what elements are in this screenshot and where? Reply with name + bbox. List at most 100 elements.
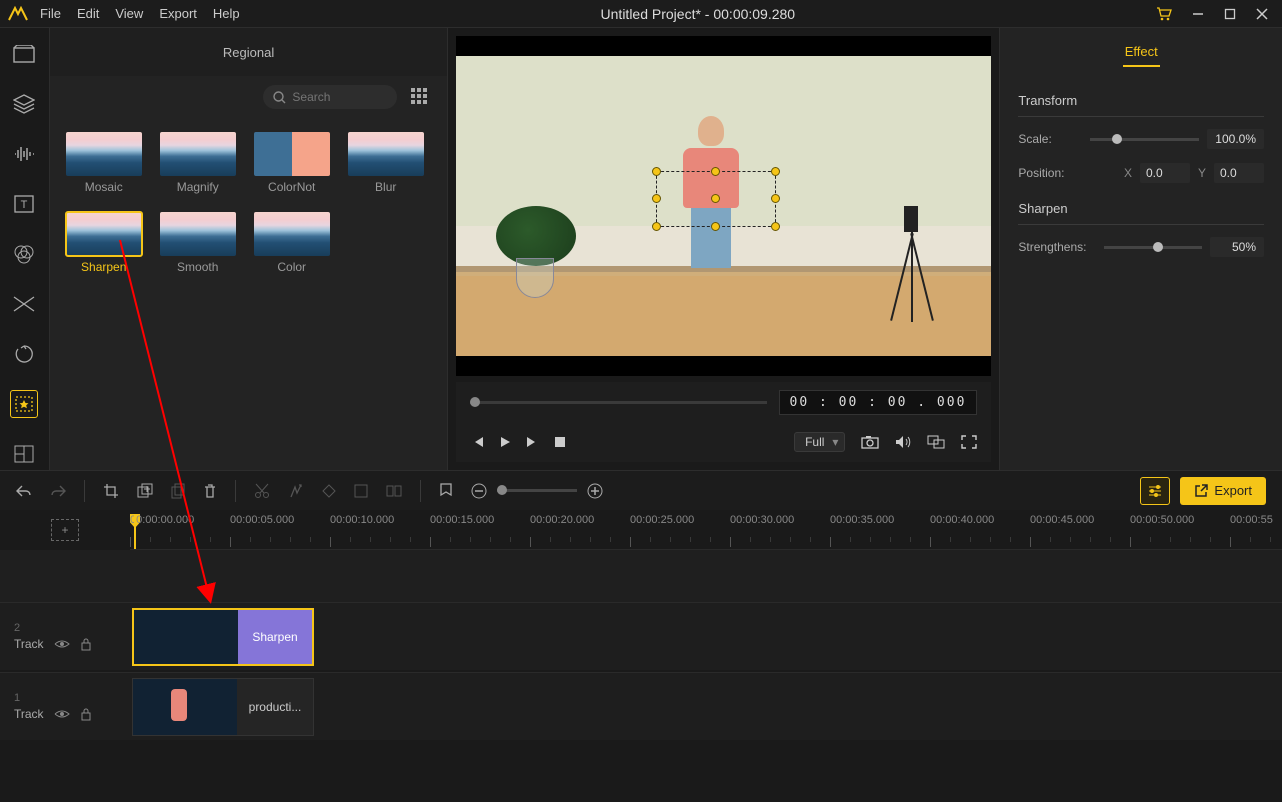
scale-value[interactable]: 100.0% <box>1207 129 1264 149</box>
selection-box[interactable] <box>656 171 776 227</box>
effect-sharpen[interactable]: Sharpen <box>66 212 142 274</box>
strength-slider[interactable] <box>1104 246 1202 249</box>
settings-sliders-icon[interactable] <box>1140 477 1170 505</box>
preview-viewport[interactable] <box>456 36 991 376</box>
track-number: 1 <box>14 692 130 704</box>
lock-icon[interactable] <box>80 637 92 651</box>
visibility-icon[interactable] <box>54 708 70 720</box>
ruler-label: 00:00:35.000 <box>830 514 930 526</box>
preview-controls: Full <box>456 422 991 462</box>
nav-media-icon[interactable] <box>10 40 38 68</box>
effect-mosaic[interactable]: Mosaic <box>66 132 142 194</box>
nav-audio-icon[interactable] <box>10 140 38 168</box>
scrub-handle[interactable] <box>470 397 480 407</box>
ruler-label: 00:00:15.000 <box>430 514 530 526</box>
menu-export[interactable]: Export <box>159 6 197 21</box>
x-input[interactable]: 0.0 <box>1140 163 1190 183</box>
menu-help[interactable]: Help <box>213 6 240 21</box>
track-row-1: 1 Track producti... <box>0 672 1282 740</box>
fullscreen-icon[interactable] <box>961 435 977 449</box>
titlebar: File Edit View Export Help Untitled Proj… <box>0 0 1282 28</box>
snapshot-icon[interactable] <box>861 435 879 449</box>
clip-sharpen[interactable]: Sharpen <box>132 608 314 666</box>
effect-colornot[interactable]: ColorNot <box>254 132 330 194</box>
grid-view-icon[interactable] <box>411 88 429 106</box>
timeline-ruler[interactable]: 00:00:00.00000:00:05.00000:00:10.00000:0… <box>130 510 1282 550</box>
clip-label: producti... <box>237 679 313 735</box>
nav-layers-icon[interactable] <box>10 90 38 118</box>
speed-icon <box>288 484 304 498</box>
track-head: 2 Track <box>0 603 130 670</box>
timeline-toolbar: Export <box>0 470 1282 510</box>
crop-icon[interactable] <box>103 483 119 499</box>
compare-icon[interactable] <box>927 435 945 449</box>
ruler-label: 00:00:40.000 <box>930 514 1030 526</box>
app-logo <box>8 4 28 24</box>
next-frame-icon[interactable] <box>526 435 540 449</box>
scrub-track[interactable] <box>470 401 766 404</box>
nav-transitions-icon[interactable] <box>10 290 38 318</box>
scale-slider[interactable] <box>1090 138 1199 141</box>
ruler-label: 00:00:55 <box>1230 514 1282 526</box>
menu-edit[interactable]: Edit <box>77 6 99 21</box>
play-icon[interactable] <box>498 435 512 449</box>
track-name: Track <box>14 637 44 651</box>
marker-icon[interactable] <box>439 483 453 499</box>
undo-icon[interactable] <box>16 484 32 498</box>
export-button[interactable]: Export <box>1180 477 1266 505</box>
y-input[interactable]: 0.0 <box>1214 163 1264 183</box>
delete-icon[interactable] <box>203 483 217 499</box>
close-icon[interactable] <box>1256 8 1268 20</box>
track-name: Track <box>14 707 44 721</box>
ruler-label: 00:00:50.000 <box>1130 514 1230 526</box>
effect-color[interactable]: Color <box>254 212 330 274</box>
effect-magnify[interactable]: Magnify <box>160 132 236 194</box>
effect-tab[interactable]: Effect <box>1123 38 1160 67</box>
volume-icon[interactable] <box>895 435 911 449</box>
clip-video[interactable]: producti... <box>132 678 314 736</box>
add-track-button[interactable]: + <box>51 519 79 541</box>
effect-label: Sharpen <box>81 260 126 274</box>
redo-icon[interactable] <box>50 484 66 498</box>
transform-title: Transform <box>1018 93 1264 117</box>
ruler-label: 00:00:00.000 <box>130 514 230 526</box>
menubar: File Edit View Export Help <box>40 6 240 21</box>
strength-value[interactable]: 50% <box>1210 237 1264 257</box>
add-clip-icon[interactable] <box>137 483 153 499</box>
preview-area: 00 : 00 : 00 . 000 Full <box>447 28 999 470</box>
prev-frame-icon[interactable] <box>470 435 484 449</box>
minimize-icon[interactable] <box>1192 8 1204 20</box>
timeline: + 00:00:00.00000:00:05.00000:00:10.00000… <box>0 510 1282 802</box>
nav-effects-icon[interactable] <box>10 390 38 418</box>
clip-label: Sharpen <box>238 610 312 664</box>
zoom-out-icon[interactable] <box>471 483 487 499</box>
menu-view[interactable]: View <box>115 6 143 21</box>
effect-smooth[interactable]: Smooth <box>160 212 236 274</box>
search-input-wrap[interactable] <box>263 85 397 109</box>
track-number: 2 <box>14 622 130 634</box>
timecode: 00 : 00 : 00 . 000 <box>779 390 978 415</box>
menu-file[interactable]: File <box>40 6 61 21</box>
stop-icon[interactable] <box>554 436 566 448</box>
scale-label: Scale: <box>1018 132 1082 146</box>
ruler-label: 00:00:05.000 <box>230 514 330 526</box>
regional-header: Regional <box>50 28 448 76</box>
preview-size-select[interactable]: Full <box>794 432 845 452</box>
export-icon <box>1194 484 1208 498</box>
effect-blur[interactable]: Blur <box>348 132 424 194</box>
export-label: Export <box>1214 483 1252 498</box>
ruler-label: 00:00:10.000 <box>330 514 430 526</box>
visibility-icon[interactable] <box>54 638 70 650</box>
nav-text-icon[interactable]: T <box>10 190 38 218</box>
zoom-in-icon[interactable] <box>587 483 603 499</box>
search-input[interactable] <box>292 90 382 104</box>
nav-split-icon[interactable] <box>10 440 38 468</box>
left-nav: T <box>0 28 50 470</box>
lock-icon[interactable] <box>80 707 92 721</box>
nav-filters-icon[interactable] <box>10 240 38 268</box>
nav-elements-icon[interactable] <box>10 340 38 368</box>
maximize-icon[interactable] <box>1224 8 1236 20</box>
cart-icon[interactable] <box>1156 7 1172 21</box>
zoom-slider[interactable] <box>497 489 577 492</box>
effect-label: Color <box>277 260 306 274</box>
